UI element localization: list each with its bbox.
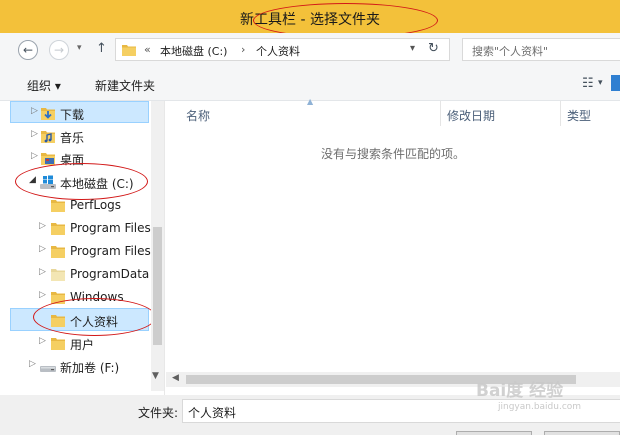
navigation-pane: ▷ 下载 ▷ 音乐 ▷ 桌面 ◢ 本地磁盘 (C:) PerfLogs ▷ Pr… bbox=[0, 101, 165, 395]
tree-item-music[interactable]: ▷ 音乐 bbox=[0, 126, 150, 146]
sort-indicator-icon: ▲ bbox=[307, 97, 314, 106]
up-button[interactable]: ↑ bbox=[96, 41, 107, 56]
dialog-footer: 文件夹: 个人资料 bbox=[0, 395, 620, 435]
help-icon[interactable] bbox=[611, 75, 620, 91]
column-header-type[interactable]: 类型 bbox=[567, 107, 591, 124]
breadcrumb-folder[interactable]: 个人资料 bbox=[256, 43, 300, 59]
expand-arrow-icon[interactable]: ▷ bbox=[29, 359, 36, 369]
tree-item-program-files-x86[interactable]: ▷ Program Files bbox=[0, 241, 151, 262]
new-folder-button[interactable]: 新建文件夹 bbox=[95, 77, 155, 94]
expand-arrow-icon[interactable]: ▷ bbox=[31, 129, 38, 139]
empty-result-message: 没有与搜索条件匹配的项。 bbox=[320, 147, 465, 161]
nav-pane-scrollbar[interactable]: ▼ bbox=[151, 101, 164, 391]
expand-arrow-icon[interactable]: ▷ bbox=[39, 267, 46, 277]
download-folder-icon bbox=[40, 105, 56, 124]
baidu-watermark-logo: Bai度 经验 bbox=[476, 381, 564, 401]
back-button[interactable]: ← bbox=[18, 40, 38, 60]
folder-icon bbox=[50, 220, 66, 239]
tree-item-label: 音乐 bbox=[60, 131, 85, 145]
address-path-box[interactable]: « 本地磁盘 (C:) › 个人资料 ▾ ↻ bbox=[115, 38, 450, 61]
drive-icon bbox=[39, 358, 57, 377]
search-input[interactable]: 搜索"个人资料" bbox=[462, 38, 620, 61]
path-overflow-chevron[interactable]: « bbox=[144, 43, 151, 56]
folder-icon bbox=[122, 43, 136, 59]
path-dropdown-chevron-icon[interactable]: ▾ bbox=[410, 43, 415, 54]
tree-item-downloads[interactable]: ▷ 下载 bbox=[0, 103, 150, 123]
music-folder-icon bbox=[40, 128, 56, 147]
baidu-watermark-url: jingyan.baidu.com bbox=[498, 402, 582, 412]
scroll-down-arrow-icon[interactable]: ▼ bbox=[152, 371, 159, 381]
column-divider[interactable] bbox=[560, 101, 561, 126]
title-bar: 新工具栏 - 选择文件夹 bbox=[0, 0, 620, 38]
file-list-pane[interactable]: ▲ 名称 修改日期 类型 没有与搜索条件匹配的项。 ◀ bbox=[166, 97, 620, 395]
expand-arrow-icon[interactable]: ▷ bbox=[31, 151, 38, 161]
organize-menu-button[interactable]: 组织 ▾ bbox=[27, 77, 61, 94]
tree-item-label: PerfLogs bbox=[70, 198, 122, 212]
scroll-left-arrow-icon[interactable]: ◀ bbox=[172, 373, 179, 383]
recent-locations-chevron-icon[interactable]: ▾ bbox=[77, 43, 82, 53]
breadcrumb-separator: › bbox=[241, 43, 246, 56]
select-folder-button[interactable] bbox=[456, 431, 532, 435]
expand-arrow-icon[interactable]: ▷ bbox=[39, 221, 46, 231]
folder-annotation-ellipse bbox=[33, 298, 156, 336]
expand-arrow-icon[interactable]: ▷ bbox=[39, 336, 46, 346]
tree-item-volume-f[interactable]: ▷ 新加卷 (F:) bbox=[0, 356, 150, 376]
tree-item-program-files[interactable]: ▷ Program Files bbox=[0, 218, 151, 239]
tree-item-programdata[interactable]: ▷ ProgramData bbox=[0, 264, 150, 284]
search-placeholder: 搜索"个人资料" bbox=[472, 45, 549, 58]
breadcrumb-drive[interactable]: 本地磁盘 (C:) bbox=[160, 43, 227, 59]
column-header-modified-date[interactable]: 修改日期 bbox=[447, 107, 495, 124]
tree-item-label: Program Files bbox=[70, 221, 151, 235]
folder-field-label: 文件夹: bbox=[138, 406, 179, 420]
column-divider[interactable] bbox=[440, 101, 441, 126]
tree-item-label: ProgramData bbox=[70, 267, 150, 281]
expand-arrow-icon[interactable]: ▷ bbox=[31, 106, 38, 116]
column-header-name[interactable]: 名称 bbox=[186, 107, 210, 124]
tree-item-users[interactable]: ▷ 用户 bbox=[0, 333, 150, 353]
view-chevron-down-icon[interactable]: ▾ bbox=[598, 78, 603, 88]
expand-arrow-icon[interactable]: ▷ bbox=[39, 244, 46, 254]
scrollbar-thumb[interactable] bbox=[153, 227, 162, 345]
folder-icon bbox=[50, 335, 66, 354]
tree-item-perflogs[interactable]: PerfLogs bbox=[0, 195, 150, 215]
folder-name-value: 个人资料 bbox=[188, 406, 237, 420]
address-bar-row: ← → ▾ ↑ « 本地磁盘 (C:) › 个人资料 ▾ ↻ 搜索"个人资料" bbox=[0, 33, 620, 67]
tree-item-label: 新加卷 (F:) bbox=[60, 361, 120, 375]
tree-item-label: 用户 bbox=[70, 338, 95, 352]
tree-item-label: Program Files bbox=[70, 244, 151, 258]
refresh-icon[interactable]: ↻ bbox=[428, 41, 439, 56]
forward-button[interactable]: → bbox=[49, 40, 69, 60]
command-toolbar: 组织 ▾ 新建文件夹 ☷ ▾ bbox=[0, 67, 620, 101]
cancel-button[interactable] bbox=[544, 431, 620, 435]
view-options-icon[interactable]: ☷ bbox=[582, 76, 594, 91]
expand-arrow-icon[interactable]: ▷ bbox=[39, 290, 46, 300]
folder-icon bbox=[50, 243, 66, 262]
folder-icon bbox=[50, 197, 66, 216]
tree-item-label: 下载 bbox=[60, 108, 85, 122]
folder-icon bbox=[50, 266, 66, 285]
